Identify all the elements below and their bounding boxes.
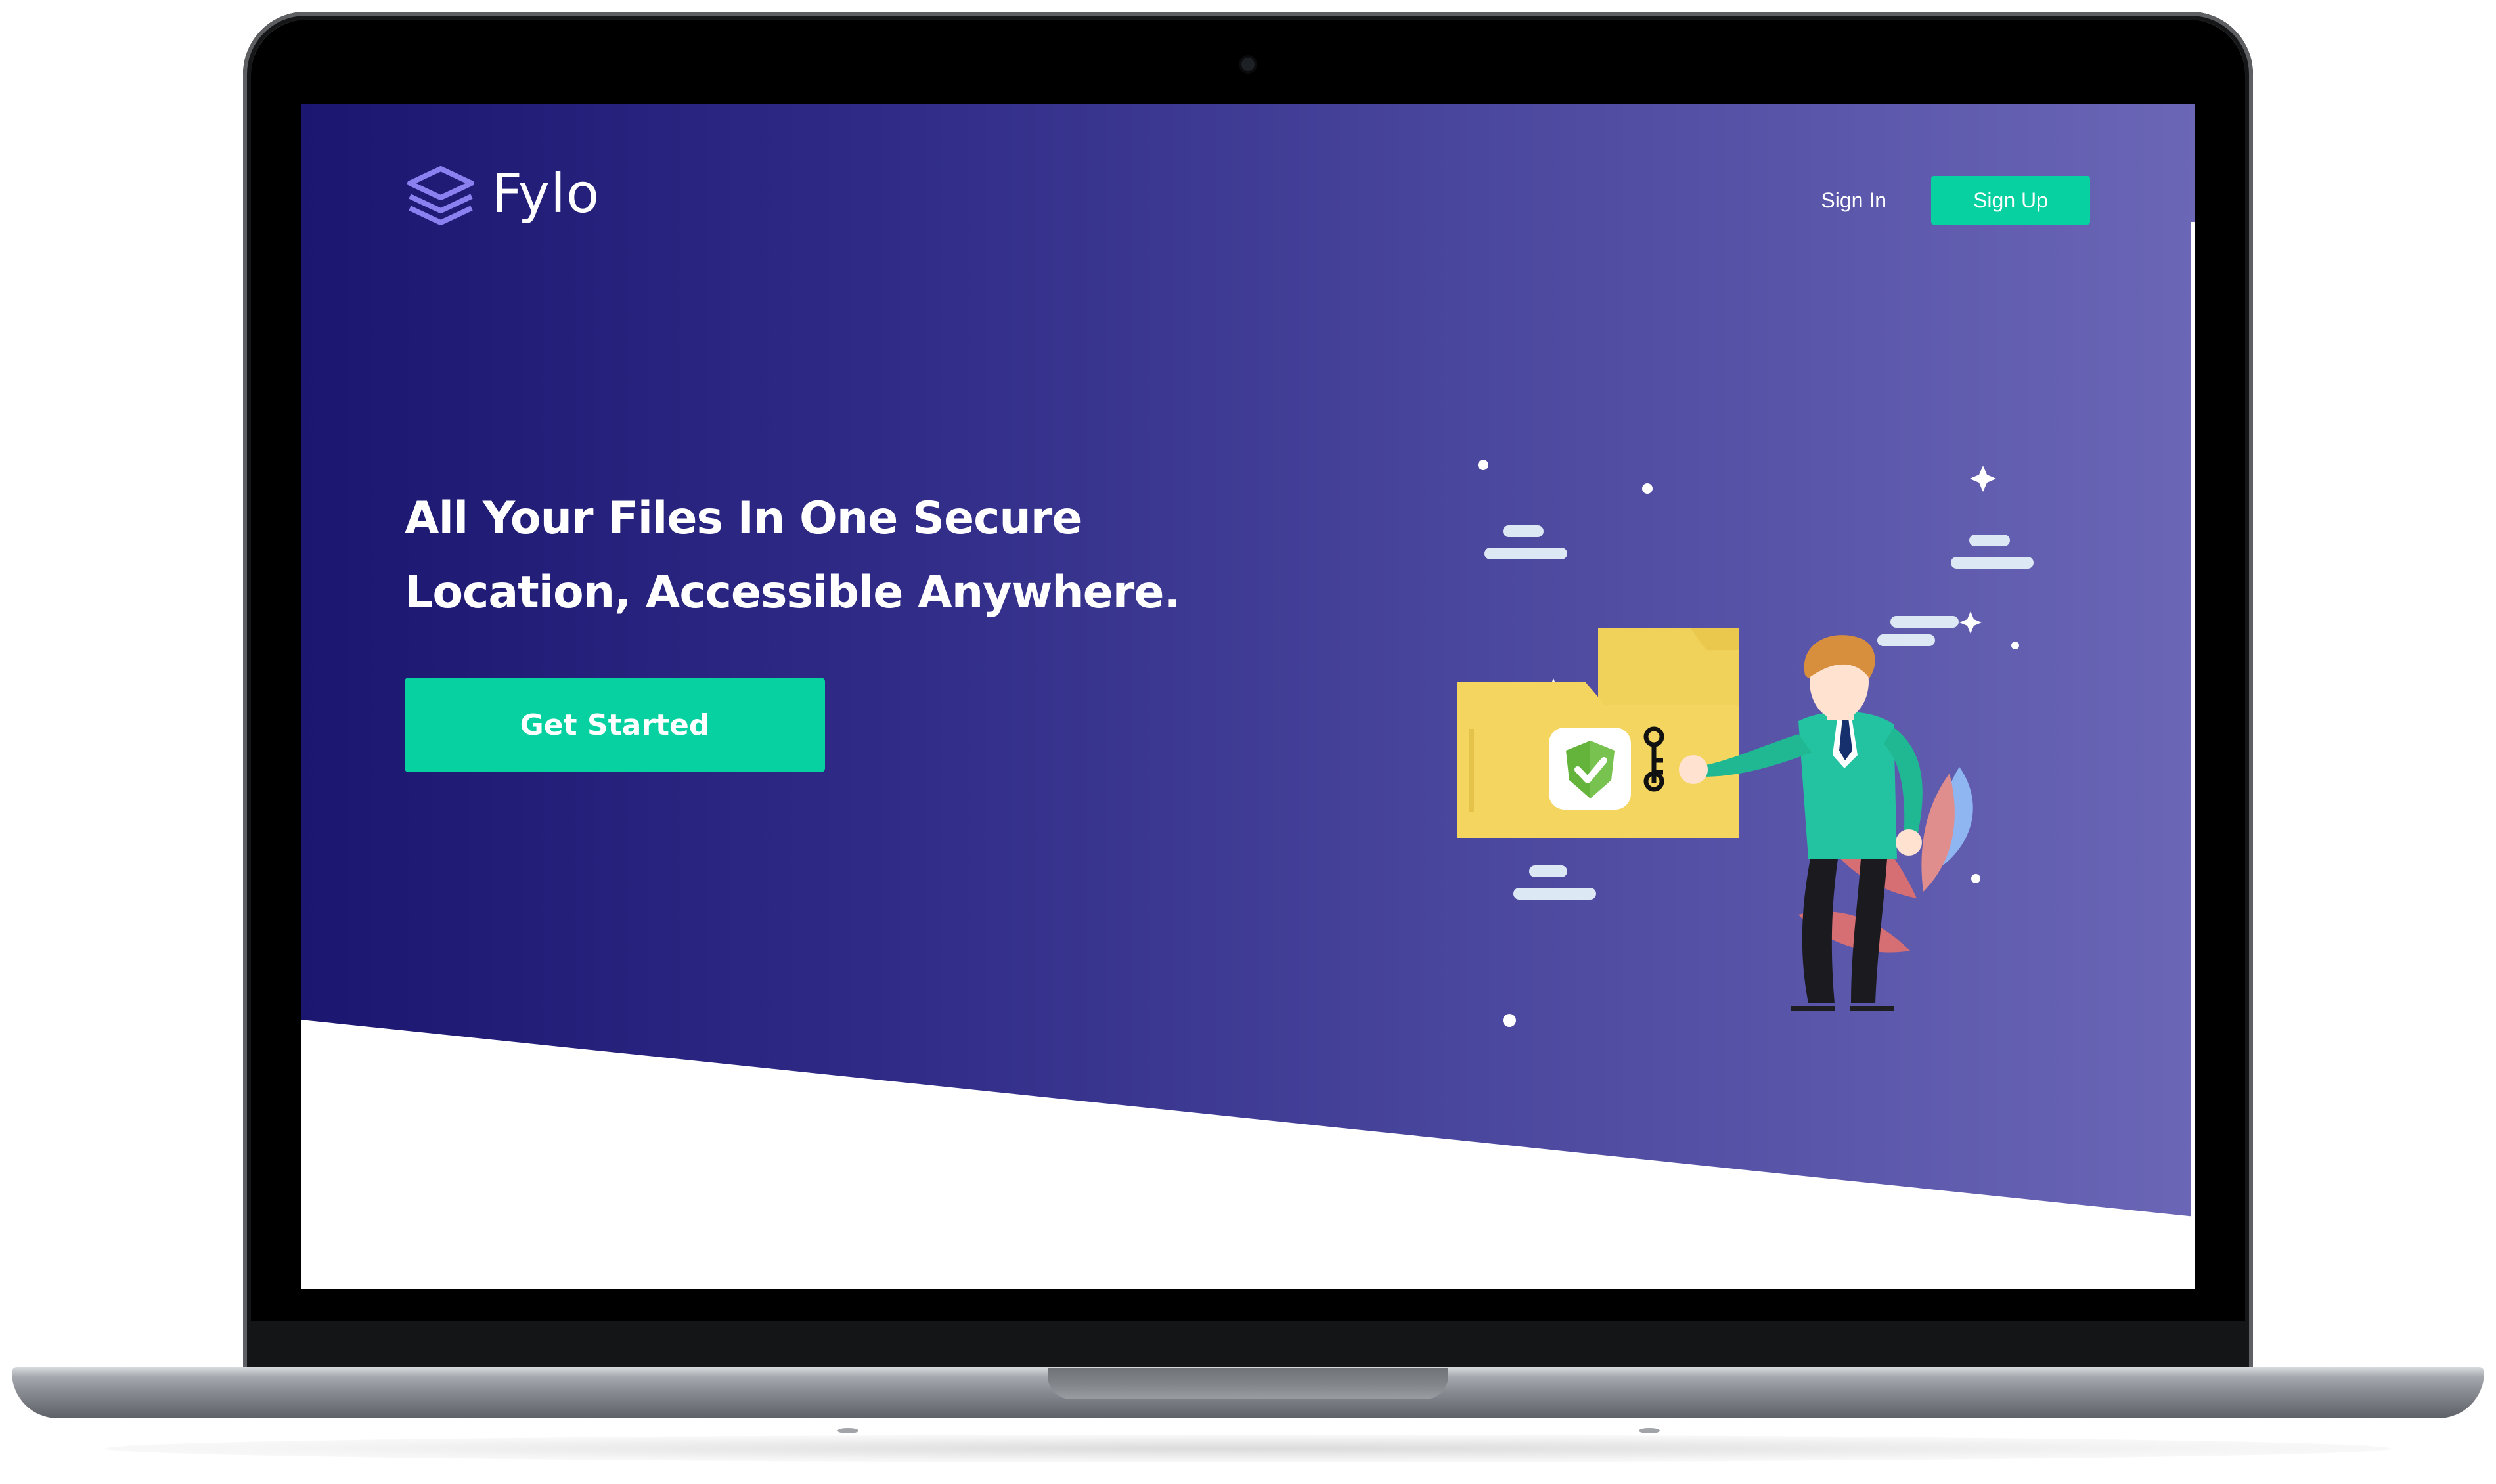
- sign-up-button[interactable]: Sign Up: [1931, 176, 2090, 225]
- opening-notch: [1048, 1368, 1448, 1399]
- webcam: [1241, 58, 1255, 71]
- get-started-button[interactable]: Get Started: [405, 678, 825, 772]
- screen-edge-artifact: [2191, 222, 2195, 1220]
- stacked-layers-icon: [407, 165, 474, 225]
- headline-line-1: All Your Files In One Secure: [405, 492, 1082, 544]
- laptop-foot-right: [1639, 1428, 1660, 1433]
- headline-line-2: Location, Accessible Anywhere.: [405, 567, 1180, 619]
- laptop-mockup: Fylo Sign In Sign Up All Your Files In O…: [0, 0, 2496, 1484]
- browser-screen: Fylo Sign In Sign Up All Your Files In O…: [301, 104, 2195, 1289]
- hero-headline: All Your Files In One Secure Location, A…: [405, 481, 1324, 630]
- laptop-shadow: [105, 1435, 2391, 1462]
- brand-logo[interactable]: Fylo: [405, 163, 600, 225]
- laptop-foot-left: [837, 1428, 858, 1433]
- brand-name: Fylo: [491, 163, 600, 225]
- screen-chin: [251, 1321, 2245, 1371]
- secure-folder-illustration: [1457, 460, 2034, 1027]
- top-nav: Sign In Sign Up: [1821, 176, 2090, 225]
- shield-lock-icon: [1549, 728, 1631, 810]
- sign-in-link[interactable]: Sign In: [1821, 188, 1886, 213]
